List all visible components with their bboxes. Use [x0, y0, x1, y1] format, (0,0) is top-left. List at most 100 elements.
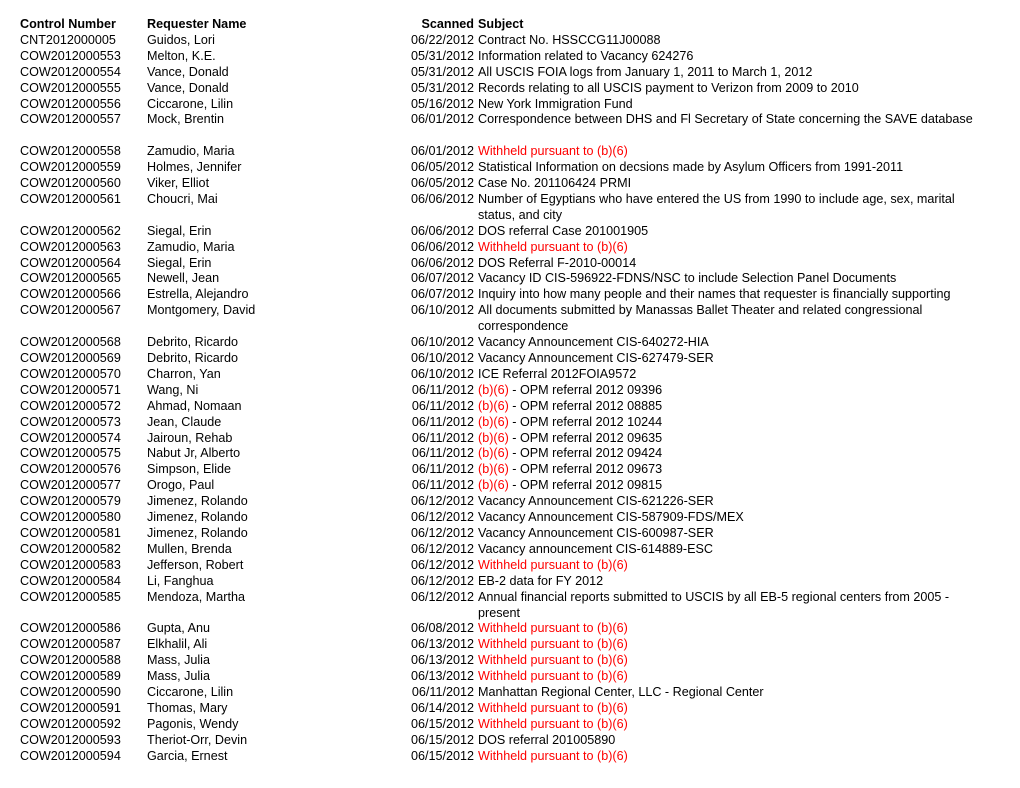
subject-text: - OPM referral 2012 09673 [508, 462, 663, 477]
control-number: COW2012000589 [20, 669, 121, 684]
table-row: COW2012000554 Vance, Donald 05/31/2012 All … [0, 65, 1020, 81]
requester-name: Nabut Jr, Alberto [147, 446, 241, 461]
subject: Withheld pursuant to (b)(6) [478, 144, 988, 160]
control-number: COW2012000572 [20, 398, 121, 413]
table-row: COW2012000565 Newell, Jean 06/07/2012 Vacan… [0, 271, 1020, 287]
table-row: COW2012000572 Ahmad, Nomaan 06/11/2012 (b)(… [0, 399, 1020, 415]
scanned-date: 06/15/2012 [410, 716, 474, 731]
requester-name: Orogo, Paul [147, 478, 215, 493]
subject-text: Case No. 201106424 PRMI [478, 176, 632, 191]
subject: All USCIS FOIA logs from January 1, 2011… [478, 65, 988, 81]
subject: All documents submitted by Manassas Ball… [478, 303, 988, 335]
scanned-date: 06/06/2012 [410, 191, 474, 206]
scanned-date: 06/11/2012 [411, 462, 474, 477]
control-number: COW2012000565 [20, 271, 121, 286]
table-body: CNT2012000005 Guidos, Lori 06/22/2012 Contr… [0, 33, 1020, 765]
redaction-text: (b)(6) [478, 478, 509, 493]
subject: New York Immigration Fund [478, 97, 988, 113]
requester-name: Li, Fanghua [147, 573, 214, 588]
subject: (b)(6) - OPM referral 2012 09424 [478, 446, 988, 462]
control-number: COW2012000585 [20, 589, 121, 604]
table-row: COW2012000562 Siegal, Erin 06/06/2012 DOS r… [0, 224, 1020, 240]
scanned-date: 06/08/2012 [410, 621, 474, 636]
subject: (b)(6) - OPM referral 2012 08885 [478, 399, 988, 415]
subject-text: - OPM referral 2012 08885 [508, 398, 663, 413]
subject: Vacancy Announcement CIS-621226-SER [478, 494, 988, 510]
table-row: COW2012000573 Jean, Claude 06/11/2012 (b)(6… [0, 415, 1020, 431]
table-row: COW2012000594 Garcia, Ernest 06/15/2012 Wit… [0, 749, 1020, 765]
subject-text: - OPM referral 2012 10244 [508, 414, 663, 429]
table-row: COW2012000567 Montgomery, David 06/10/2012… [0, 303, 1020, 335]
subject: Withheld pursuant to (b)(6) [478, 717, 988, 733]
table-row: COW2012000561 Choucri, Mai 06/06/2012 Numbe… [0, 192, 1020, 224]
subject: Vacancy ID CIS-596922-FDNS/NSC to includ… [478, 271, 988, 287]
requester-name: Siegal, Erin [147, 255, 212, 270]
requester-name: Jairoun, Rehab [147, 430, 233, 445]
control-number: COW2012000561 [20, 191, 121, 206]
scanned-date: 06/11/2012 [411, 446, 474, 461]
subject: (b)(6) - OPM referral 2012 09635 [478, 431, 988, 447]
scanned-date: 06/11/2012 [411, 685, 474, 700]
control-number: COW2012000554 [20, 64, 121, 79]
redaction-text: (b)(6) [478, 462, 509, 477]
table-row: COW2012000556 Ciccarone, Lilin 05/16/2012 N… [0, 97, 1020, 113]
scanned-date: 06/01/2012 [410, 144, 474, 159]
table-row: COW2012000564 Siegal, Erin 06/06/2012 DOS R… [0, 256, 1020, 272]
table-row: COW2012000588 Mass, Julia 06/13/2012 Withhe… [0, 653, 1020, 669]
subject-text: Vacancy Announcement CIS-587909-FDS/MEX [478, 510, 744, 525]
redaction-text: (b)(6) [478, 446, 509, 461]
redaction-text: Withheld pursuant to (b)(6) [478, 669, 628, 684]
subject-text: Records relating to all USCIS payment to… [478, 80, 859, 95]
requester-name: Choucri, Mai [147, 191, 218, 206]
subject-text: DOS referral Case 201001905 [478, 223, 649, 238]
subject-text: All documents submitted by Manassas Ball… [478, 303, 923, 334]
requester-name: Ciccarone, Lilin [147, 685, 234, 700]
scanned-date: 06/07/2012 [410, 271, 474, 286]
redaction-text: (b)(6) [478, 414, 509, 429]
table-row: COW2012000557 Mock, Brentin 06/01/2012 Corr… [0, 112, 1020, 128]
subject: Vacancy Announcement CIS-600987-SER [478, 526, 988, 542]
table-row: COW2012000553 Melton, K.E. 05/31/2012 Infor… [0, 49, 1020, 65]
scanned-date: 06/11/2012 [411, 414, 474, 429]
subject-text: Annual financial reports submitted to US… [478, 589, 950, 620]
subject: DOS Referral F-2010-00014 [478, 256, 988, 272]
scanned-date: 06/12/2012 [410, 589, 474, 604]
table-row: COW2012000587 Elkhalil, Ali 06/13/2012 With… [0, 637, 1020, 653]
scanned-date: 06/12/2012 [410, 525, 474, 540]
control-number: COW2012000571 [20, 382, 121, 397]
requester-name: Jimenez, Rolando [147, 494, 248, 509]
scanned-date: 06/07/2012 [410, 287, 474, 302]
control-number: COW2012000569 [20, 351, 121, 366]
table-row: COW2012000591 Thomas, Mary 06/14/2012 Withh… [0, 701, 1020, 717]
scanned-date: 06/14/2012 [410, 700, 474, 715]
subject: Vacancy Announcement CIS-640272-HIA [478, 335, 988, 351]
control-number: COW2012000566 [20, 287, 121, 302]
scanned-date: 06/05/2012 [410, 176, 474, 191]
scanned-date: 05/31/2012 [410, 80, 474, 95]
scanned-date: 06/10/2012 [410, 351, 474, 366]
subject-text: Vacancy ID CIS-596922-FDNS/NSC to includ… [478, 271, 897, 286]
table-row: COW2012000581 Jimenez, Rolando 06/12/2012 V… [0, 526, 1020, 542]
control-number: COW2012000573 [20, 414, 121, 429]
requester-name: Ahmad, Nomaan [147, 398, 242, 413]
scanned-date: 06/13/2012 [410, 669, 474, 684]
subject: Manhattan Regional Center, LLC - Regiona… [478, 685, 988, 701]
scanned-date: 06/13/2012 [410, 653, 474, 668]
subject: Annual financial reports submitted to US… [478, 590, 988, 622]
table-row: COW2012000586 Gupta, Anu 06/08/2012 Withhel… [0, 621, 1020, 637]
control-number: COW2012000583 [20, 557, 121, 572]
table-row: COW2012000577 Orogo, Paul 06/11/2012 (b)(6)… [0, 478, 1020, 494]
requester-name: Estrella, Alejandro [147, 287, 249, 302]
requester-name: Mullen, Brenda [147, 541, 232, 556]
scanned-date: 06/15/2012 [410, 748, 474, 763]
scanned-date: 06/10/2012 [410, 303, 474, 318]
table-row: COW2012000558 Zamudio, Maria 06/01/2012 Wit… [0, 144, 1020, 160]
subject-text: Vacancy announcement CIS-614889-ESC [478, 541, 713, 556]
table-row: COW2012000568 Debrito, Ricardo 06/10/2012 V… [0, 335, 1020, 351]
header-requester-name: Requester Name [147, 17, 247, 31]
table-row: COW2012000593 Theriot-Orr, Devin 06/15/201… [0, 733, 1020, 749]
requester-name: Siegal, Erin [147, 223, 212, 238]
control-number: COW2012000588 [20, 653, 121, 668]
requester-name: Simpson, Elide [147, 462, 231, 477]
table-row: COW2012000576 Simpson, Elide 06/11/2012 (b)… [0, 462, 1020, 478]
